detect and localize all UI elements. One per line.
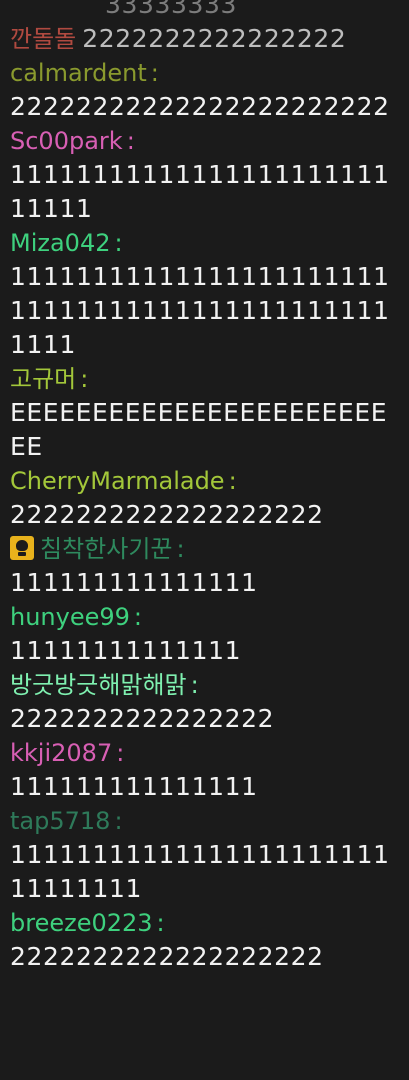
chat-colon: : bbox=[114, 807, 123, 835]
chat-colon: : bbox=[228, 467, 237, 495]
chat-colon: : bbox=[150, 59, 159, 87]
chat-username[interactable]: Miza042: bbox=[10, 226, 402, 260]
chat-message-text: 1111111111111111111111111111111111111111… bbox=[10, 262, 390, 359]
chat-message-text: 2222222222222222222 bbox=[10, 942, 324, 971]
chat-message: calmardent: 22222222222222222222222 bbox=[10, 56, 402, 124]
chat-message-text: 1111111111111111111111111111 bbox=[10, 160, 390, 223]
chat-message-text: 111111111111111 bbox=[10, 568, 258, 597]
chat-colon: : bbox=[190, 671, 199, 699]
chat-username[interactable]: 깐돌돌 bbox=[10, 25, 76, 53]
chat-username[interactable]: 침착한사기꾼: bbox=[10, 532, 402, 566]
chat-message-text: 2222222222222222 bbox=[10, 704, 275, 733]
chat-log: 33333333 깐돌돌 2222222222222222 calmardent:… bbox=[10, 0, 402, 974]
chat-username[interactable]: tap5718: bbox=[10, 804, 402, 838]
chat-message-text: 2222222222222222222 bbox=[10, 500, 324, 529]
chat-colon: : bbox=[176, 535, 185, 563]
chat-username[interactable]: breeze0223: bbox=[10, 906, 402, 940]
chat-message: 깐돌돌 2222222222222222 bbox=[10, 22, 402, 56]
chat-message: Miza042: 1111111111111111111111111111111… bbox=[10, 226, 402, 362]
chat-message: tap5718: 1111111111111111111111111111111 bbox=[10, 804, 402, 906]
chat-message-text: 22222222222222222222222 bbox=[10, 92, 390, 121]
chat-username[interactable]: calmardent: bbox=[10, 56, 402, 90]
chat-colon: : bbox=[80, 365, 89, 393]
chat-colon: : bbox=[156, 909, 165, 937]
chat-colon: : bbox=[114, 229, 123, 257]
chat-message: hunyee99: 11111111111111 bbox=[10, 600, 402, 668]
chat-message: kkji2087: 111111111111111 bbox=[10, 736, 402, 804]
chat-colon: : bbox=[133, 603, 142, 631]
chat-username[interactable]: kkji2087: bbox=[10, 736, 402, 770]
chat-message: 방긋방긋해맑해맑: 2222222222222222 bbox=[10, 668, 402, 736]
chat-message-text: 111111111111111 bbox=[10, 772, 258, 801]
chat-message-text: 11111111111111 bbox=[10, 636, 242, 665]
skull-badge-icon bbox=[10, 536, 34, 560]
chat-username[interactable]: 고규머: bbox=[10, 362, 402, 396]
chat-username[interactable]: Sc00park: bbox=[10, 124, 402, 158]
chat-message-text: EEEEEEEEEEEEEEEEEEEEEEEEE bbox=[10, 398, 388, 461]
chat-message: 고규머: EEEEEEEEEEEEEEEEEEEEEEEEE bbox=[10, 362, 402, 464]
chat-message: 33333333 bbox=[10, 0, 402, 22]
chat-message-text: 1111111111111111111111111111111 bbox=[10, 840, 390, 903]
chat-message: Sc00park: 1111111111111111111111111111 bbox=[10, 124, 402, 226]
chat-message-text: 2222222222222222 bbox=[82, 24, 347, 53]
chat-message: CherryMarmalade: 2222222222222222222 bbox=[10, 464, 402, 532]
chat-colon: : bbox=[126, 127, 135, 155]
chat-username[interactable]: CherryMarmalade: bbox=[10, 464, 402, 498]
chat-username[interactable]: 방긋방긋해맑해맑: bbox=[10, 668, 402, 702]
chat-message: 침착한사기꾼: 111111111111111 bbox=[10, 532, 402, 600]
chat-username[interactable]: hunyee99: bbox=[10, 600, 402, 634]
chat-colon: : bbox=[116, 739, 125, 767]
chat-message: breeze0223: 2222222222222222222 bbox=[10, 906, 402, 974]
chat-message-text: 33333333 bbox=[105, 0, 238, 19]
